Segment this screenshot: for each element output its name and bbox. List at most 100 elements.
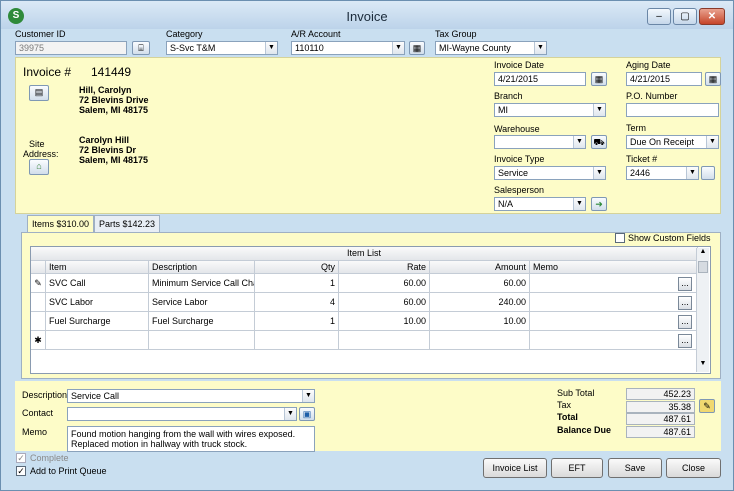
save-button[interactable]: Save — [608, 458, 662, 478]
table-cell-qty[interactable]: 4 — [255, 293, 339, 312]
arrow-right-icon[interactable]: ➜ — [591, 197, 607, 211]
memo-ellipsis-button[interactable]: ... — [678, 277, 692, 291]
table-cell-description[interactable]: Minimum Service Call Charg — [149, 274, 255, 293]
table-cell-qty[interactable]: 1 — [255, 274, 339, 293]
house-icon[interactable]: ⌂ — [29, 159, 49, 175]
ticket-open-button[interactable] — [701, 166, 715, 180]
address-card-icon[interactable]: ▤ — [29, 85, 49, 101]
close-button[interactable]: Close — [666, 458, 721, 478]
description-select[interactable]: Service Call ▼ — [67, 389, 315, 403]
chevron-down-icon: ▼ — [284, 408, 296, 420]
col-description[interactable]: Description — [149, 261, 255, 274]
close-window-button[interactable]: ✕ — [699, 8, 725, 25]
print-queue-label: Add to Print Queue — [30, 466, 107, 476]
memo-ellipsis-button[interactable]: ... — [678, 315, 692, 329]
chevron-down-icon: ▼ — [593, 167, 605, 179]
table-cell-amount[interactable]: 240.00 — [430, 293, 530, 312]
ar-lookup-icon[interactable]: ▦ — [409, 41, 425, 55]
print-queue-checkbox[interactable]: ✓ — [16, 466, 26, 476]
branch-select[interactable]: MI ▼ — [494, 103, 606, 117]
tax-label: Tax — [557, 400, 572, 410]
customer-id-label: Customer ID — [15, 29, 66, 39]
ar-account-select[interactable]: 110110 ▼ — [291, 41, 405, 55]
table-cell-memo[interactable] — [530, 312, 698, 331]
table-cell-rate[interactable]: 60.00 — [339, 274, 430, 293]
chevron-down-icon: ▼ — [593, 104, 605, 116]
grid-scrollbar[interactable]: ▲ ▼ — [696, 248, 709, 372]
memo-ellipsis-button[interactable]: ... — [678, 334, 692, 348]
calendar-icon[interactable]: ▦ — [591, 72, 607, 86]
table-cell-amount[interactable]: 60.00 — [430, 274, 530, 293]
table-cell-description[interactable] — [149, 331, 255, 350]
branch-value: MI — [498, 105, 508, 115]
invoice-list-button[interactable]: Invoice List — [483, 458, 547, 478]
col-rate[interactable]: Rate — [339, 261, 430, 274]
ar-account-label: A/R Account — [291, 29, 341, 39]
row-selector[interactable] — [31, 293, 46, 312]
table-cell-rate[interactable]: 10.00 — [339, 312, 430, 331]
calendar-icon[interactable]: ▦ — [705, 72, 721, 86]
minimize-button[interactable]: – — [647, 8, 671, 25]
grid-title: Item List — [31, 247, 698, 261]
scroll-down-icon[interactable]: ▼ — [697, 360, 709, 371]
salesperson-select[interactable]: N/A ▼ — [494, 197, 586, 211]
table-cell-item[interactable]: Fuel Surcharge — [46, 312, 149, 331]
table-cell-memo[interactable] — [530, 331, 698, 350]
table-cell-rate[interactable]: 60.00 — [339, 293, 430, 312]
table-cell-description[interactable]: Service Labor — [149, 293, 255, 312]
table-cell-memo[interactable] — [530, 293, 698, 312]
eft-button[interactable]: EFT — [551, 458, 603, 478]
truck-icon[interactable]: ⛟ — [591, 135, 607, 149]
show-custom-fields-checkbox[interactable] — [615, 233, 625, 243]
ticket-label: Ticket # — [626, 154, 658, 164]
tax-group-select[interactable]: MI-Wayne County ▼ — [435, 41, 547, 55]
memo-ellipsis-button[interactable]: ... — [678, 296, 692, 310]
tax-group-label: Tax Group — [435, 29, 477, 39]
po-number-field[interactable] — [626, 103, 719, 117]
tab-parts[interactable]: Parts $142.23 — [94, 215, 161, 233]
table-cell-amount[interactable] — [430, 331, 530, 350]
ticket-select[interactable]: 2446 ▼ — [626, 166, 699, 180]
scroll-thumb[interactable] — [698, 261, 708, 273]
complete-label: Complete — [30, 453, 69, 463]
col-memo[interactable]: Memo — [530, 261, 698, 274]
category-select[interactable]: S-Svc T&M ▼ — [166, 41, 278, 55]
invoice-type-select[interactable]: Service ▼ — [494, 166, 606, 180]
customer-id-field[interactable]: 39975 — [15, 41, 127, 55]
complete-checkbox[interactable]: ✓ — [16, 453, 26, 463]
col-qty[interactable]: Qty — [255, 261, 339, 274]
description-value: Service Call — [71, 391, 120, 401]
salesperson-value: N/A — [498, 199, 514, 209]
tax-value: 35.38 — [626, 401, 695, 413]
table-cell-amount[interactable]: 10.00 — [430, 312, 530, 331]
contact-select[interactable]: ▼ — [67, 407, 297, 421]
aging-date-field[interactable]: 4/21/2015 — [626, 72, 702, 86]
site-name: Carolyn Hill — [79, 135, 130, 145]
col-item[interactable]: Item — [46, 261, 149, 274]
table-cell-qty[interactable] — [255, 331, 339, 350]
maximize-button[interactable]: ▢ — [673, 8, 697, 25]
table-cell-rate[interactable] — [339, 331, 430, 350]
customer-lookup-icon[interactable]: ⌸ — [132, 41, 150, 55]
tax-detail-icon[interactable]: ✎ — [699, 399, 715, 413]
table-cell-description[interactable]: Fuel Surcharge — [149, 312, 255, 331]
warehouse-select[interactable]: ▼ — [494, 135, 586, 149]
memo-line-2: Replaced motion in hallway with truck st… — [71, 439, 248, 449]
contact-card-icon[interactable]: ▣ — [299, 407, 315, 421]
subtotal-label: Sub Total — [557, 388, 595, 398]
term-select[interactable]: Due On Receipt ▼ — [626, 135, 719, 149]
memo-textarea[interactable]: Found motion hanging from the wall with … — [67, 426, 315, 452]
table-cell-qty[interactable]: 1 — [255, 312, 339, 331]
row-selector[interactable] — [31, 312, 46, 331]
invoice-type-value: Service — [498, 168, 529, 178]
table-cell-item[interactable] — [46, 331, 149, 350]
table-cell-item[interactable]: SVC Labor — [46, 293, 149, 312]
table-cell-memo[interactable] — [530, 274, 698, 293]
invoice-date-field[interactable]: 4/21/2015 — [494, 72, 586, 86]
tab-parts-label: Parts — [99, 219, 121, 229]
col-amount[interactable]: Amount — [430, 261, 530, 274]
memo-line-1: Found motion hanging from the wall with … — [71, 429, 296, 439]
table-cell-item[interactable]: SVC Call — [46, 274, 149, 293]
scroll-up-icon[interactable]: ▲ — [697, 248, 709, 259]
ar-account-value: 110110 — [295, 43, 324, 53]
